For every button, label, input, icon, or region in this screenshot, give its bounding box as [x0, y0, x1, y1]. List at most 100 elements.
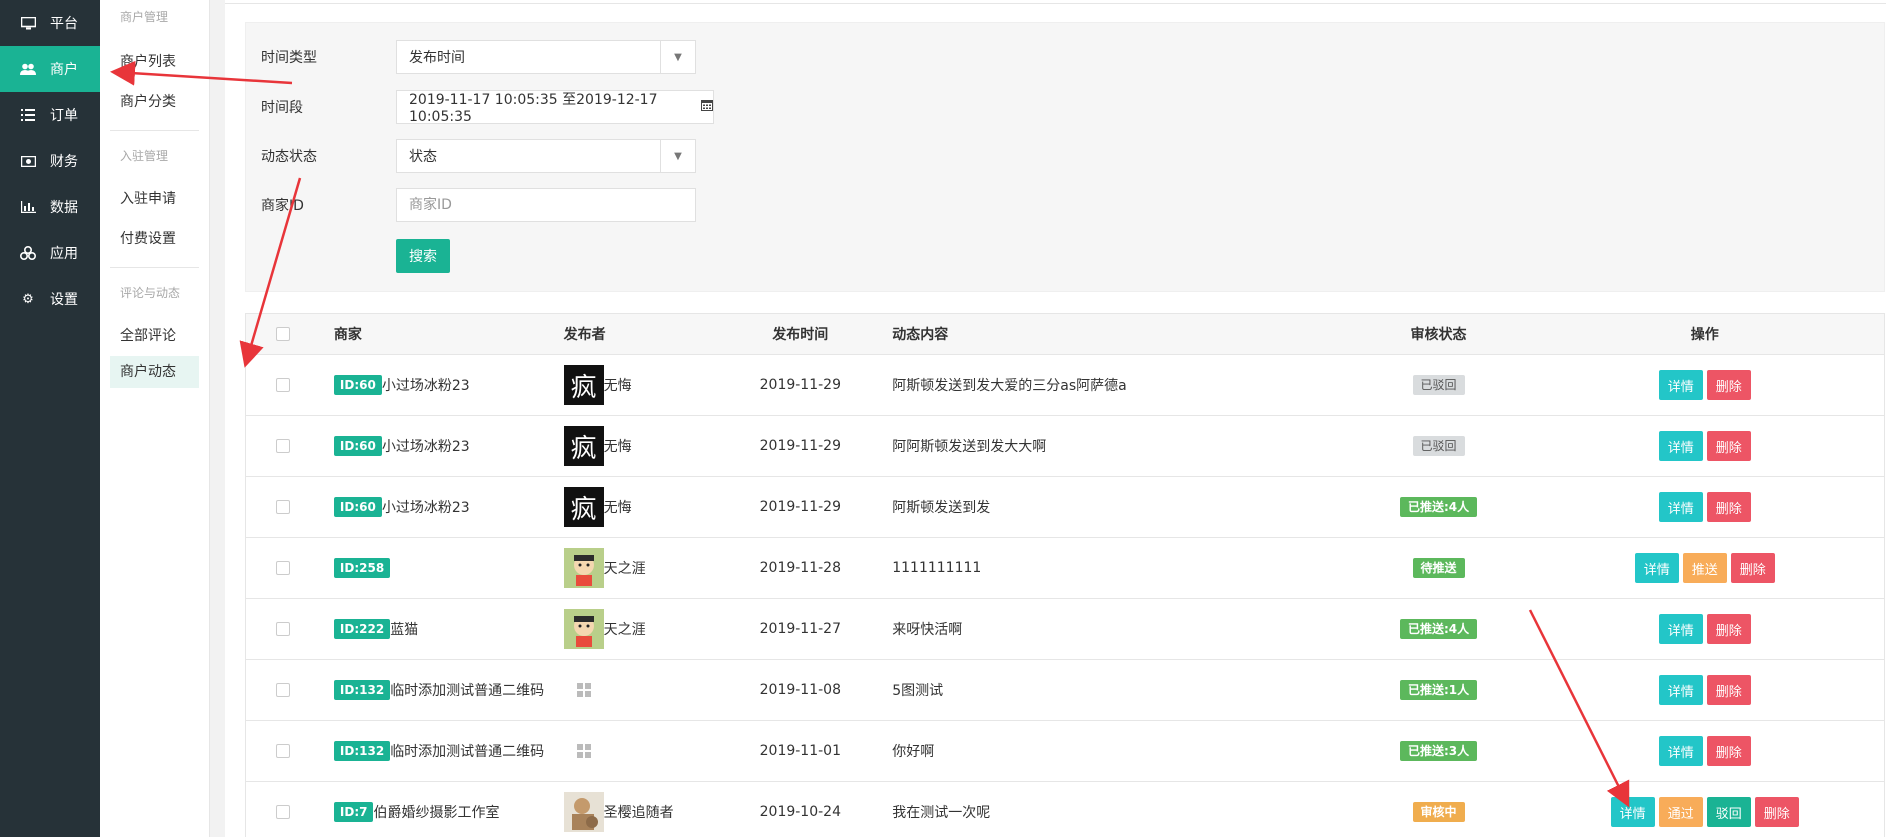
submenu-item-merchant-list[interactable]: 商户列表	[100, 42, 209, 82]
top-border	[225, 0, 1886, 4]
submenu-item-merchant-dynamics[interactable]: 商户动态	[110, 356, 199, 388]
detail-button[interactable]: 详情	[1658, 736, 1703, 766]
row-checkbox[interactable]	[275, 561, 290, 575]
delete-button[interactable]: 删除	[1706, 614, 1751, 644]
nav-item-label: 数据	[50, 200, 78, 216]
status-select-value: 状态	[409, 149, 437, 165]
reject-button[interactable]: 驳回	[1706, 797, 1751, 827]
detail-button[interactable]: 详情	[1610, 797, 1655, 827]
publisher-cell	[564, 670, 734, 710]
detail-button[interactable]: 详情	[1658, 675, 1703, 705]
nav-item-finance[interactable]: 财务	[0, 138, 100, 184]
detail-button[interactable]: 详情	[1634, 553, 1679, 583]
operations-cell: 详情 删除	[1525, 370, 1884, 400]
delete-button[interactable]: 删除	[1706, 675, 1751, 705]
delete-button[interactable]: 删除	[1730, 553, 1775, 583]
publisher-cell: 圣樱追随者	[563, 792, 734, 832]
money-icon	[20, 153, 36, 169]
date-range-picker[interactable]: 2019-11-17 10:05:35 至2019-12-17 10:05:35	[396, 90, 714, 125]
publisher-cell	[564, 731, 734, 771]
publisher-cell: 疯 无悔	[563, 487, 734, 527]
delete-button[interactable]: 删除	[1754, 797, 1799, 827]
publisher-cell: 疯 无悔	[563, 426, 734, 466]
table-row: ID:258 天之涯 2019-11-28 1111111111 待推送 详情推…	[246, 538, 1884, 599]
avatar	[563, 548, 604, 588]
row-checkbox[interactable]	[275, 439, 290, 453]
avatar	[564, 731, 604, 771]
merchant-id-input[interactable]	[396, 188, 696, 222]
nav-item-orders[interactable]: 订单	[0, 92, 100, 138]
select-all-checkbox[interactable]	[275, 327, 290, 341]
dynamic-content: 1111111111	[892, 560, 982, 576]
row-checkbox[interactable]	[275, 500, 290, 514]
table-row: ID:132 临时添加测试普通二维码 2019-11-08 5图测试 已推送:1…	[246, 660, 1884, 721]
delete-button[interactable]: 删除	[1706, 370, 1751, 400]
nav-item-apps[interactable]: 应用	[0, 230, 100, 276]
avatar	[564, 670, 604, 710]
row-select	[246, 683, 320, 697]
row-checkbox[interactable]	[275, 744, 290, 758]
dynamic-content: 你好啊	[892, 744, 935, 760]
nav-item-label: 商户	[50, 62, 78, 78]
monitor-icon	[20, 15, 36, 31]
header-select-all	[246, 327, 320, 341]
push-button[interactable]: 推送	[1682, 553, 1727, 583]
status-cell: 已推送:4人	[1352, 619, 1526, 639]
row-select	[246, 500, 320, 514]
filter-row-status: 动态状态 状态 ▼	[261, 139, 696, 173]
time-type-label: 时间类型	[261, 50, 317, 66]
row-select	[246, 805, 320, 819]
submenu-item-fee-settings[interactable]: 付费设置	[100, 219, 209, 259]
publish-time: 2019-11-08	[759, 682, 841, 698]
avatar	[563, 609, 604, 649]
nav-item-label: 平台	[50, 16, 78, 32]
merchant-id-badge: ID:60	[333, 497, 382, 517]
row-checkbox[interactable]	[275, 805, 290, 819]
nav-item-label: 应用	[50, 246, 78, 262]
publisher-name: 无悔	[603, 378, 632, 394]
detail-button[interactable]: 详情	[1658, 370, 1703, 400]
row-checkbox[interactable]	[275, 683, 290, 697]
row-checkbox[interactable]	[275, 622, 290, 636]
submenu-group-title: 评论与动态	[120, 286, 181, 300]
merchant-name: 蓝猫	[390, 622, 419, 638]
approve-button[interactable]: 通过	[1658, 797, 1703, 827]
time-type-select[interactable]: 发布时间 ▼	[396, 40, 696, 74]
dynamic-content: 阿斯顿发送到发	[892, 500, 991, 516]
avatar: 疯	[563, 426, 604, 466]
row-checkbox[interactable]	[275, 378, 290, 392]
search-button[interactable]: 搜索	[396, 239, 450, 273]
detail-button[interactable]: 详情	[1658, 492, 1703, 522]
status-cell: 已推送:1人	[1352, 680, 1526, 700]
chevron-down-icon: ▼	[660, 140, 695, 172]
filter-panel: 时间类型 发布时间 ▼ 时间段 2019-11-17 10:05:35 至201…	[245, 22, 1885, 292]
submenu-item-all-comments[interactable]: 全部评论	[100, 316, 209, 356]
nav-item-settings[interactable]: ⚙ 设置	[0, 276, 100, 322]
nav-item-data[interactable]: 数据	[0, 184, 100, 230]
detail-button[interactable]: 详情	[1658, 431, 1703, 461]
calendar-icon	[701, 99, 713, 115]
merchant-id-badge: ID:132	[333, 680, 391, 700]
submenu-item-merchant-category[interactable]: 商户分类	[100, 82, 209, 122]
nav-item-label: 财务	[50, 154, 78, 170]
status-select[interactable]: 状态 ▼	[396, 139, 696, 173]
merchant-cell: ID:258	[320, 558, 564, 578]
nav-item-merchant[interactable]: 商户	[0, 46, 100, 92]
merchant-cell: ID:60 小过场冰粉23	[320, 436, 564, 456]
publish-time: 2019-11-29	[759, 499, 841, 515]
chevron-down-icon: ▼	[660, 41, 695, 73]
submenu-item-apply[interactable]: 入驻申请	[100, 179, 209, 219]
filter-row-period: 时间段 2019-11-17 10:05:35 至2019-12-17 10:0…	[261, 90, 714, 125]
avatar: 疯	[563, 487, 604, 527]
delete-button[interactable]: 删除	[1706, 492, 1751, 522]
delete-button[interactable]: 删除	[1706, 431, 1751, 461]
merchant-id-badge: ID:132	[333, 741, 391, 761]
delete-button[interactable]: 删除	[1706, 736, 1751, 766]
main-content: 时间类型 发布时间 ▼ 时间段 2019-11-17 10:05:35 至201…	[225, 0, 1886, 837]
publish-time: 2019-10-24	[759, 804, 841, 820]
nav-item-platform[interactable]: 平台	[0, 0, 100, 46]
merchant-id-badge: ID:60	[333, 375, 382, 395]
operations-cell: 详情 删除	[1525, 614, 1884, 644]
detail-button[interactable]: 详情	[1658, 614, 1703, 644]
header-operations: 操作	[1690, 327, 1719, 343]
